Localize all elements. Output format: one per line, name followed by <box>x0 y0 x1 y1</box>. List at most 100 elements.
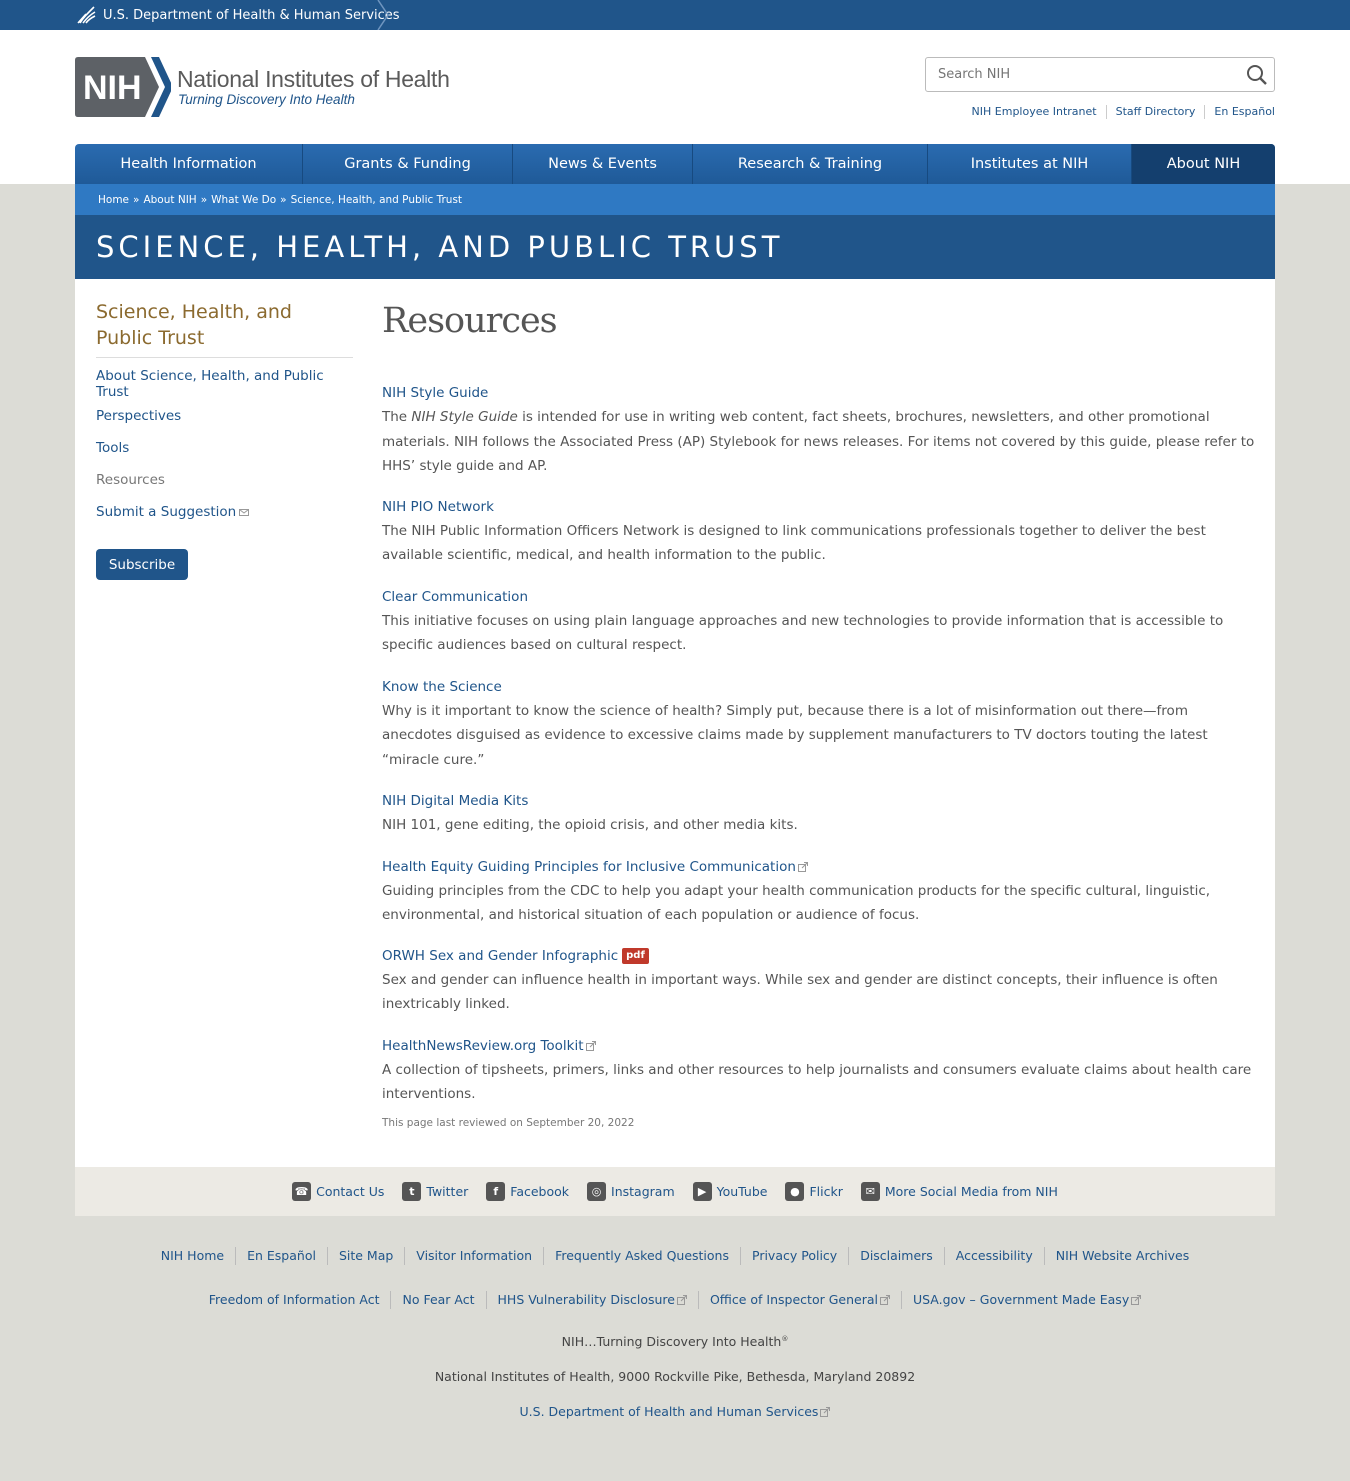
subscribe-button[interactable]: Subscribe <box>96 549 188 580</box>
youtube-icon: ▶ <box>692 1182 712 1201</box>
resource-desc: A collection of tipsheets, primers, link… <box>382 1061 1252 1103</box>
hhs-chevron-icon <box>377 0 389 30</box>
contact-us-link[interactable]: ☎ Contact Us <box>292 1182 384 1201</box>
flickr-icon: ● <box>785 1182 805 1201</box>
nav-health-information[interactable]: Health Information <box>75 144 303 184</box>
footer-no-fear[interactable]: No Fear Act <box>390 1291 485 1309</box>
footer-nih-home[interactable]: NIH Home <box>150 1247 235 1265</box>
breadcrumb-what-we-do[interactable]: What We Do <box>211 194 276 206</box>
resource-link-style-guide[interactable]: NIH Style Guide <box>382 381 1262 405</box>
resource-desc: The NIH Public Information Officers Netw… <box>382 522 1206 564</box>
page-banner: SCIENCE, HEALTH, AND PUBLIC TRUST <box>75 215 1275 279</box>
footer-address: National Institutes of Health, 9000 Rock… <box>434 1369 916 1384</box>
resource-desc: Guiding principles from the CDC to help … <box>382 882 1211 924</box>
nav-institutes[interactable]: Institutes at NIH <box>928 144 1132 184</box>
main-nav: Health Information Grants & Funding News… <box>75 144 1275 184</box>
resource-link-orwh-infographic[interactable]: ORWH Sex and Gender Infographic pdf <box>382 944 1262 968</box>
resource-item: ORWH Sex and Gender Infographic pdf Sex a… <box>382 944 1262 1017</box>
footer-usagov[interactable]: USA.gov – Government Made Easy <box>900 1291 1152 1309</box>
footer-hhs-link[interactable]: U.S. Department of Health and Human Serv… <box>520 1404 831 1419</box>
sidebar-item-tools[interactable]: Tools <box>96 432 353 464</box>
search-icon[interactable] <box>1246 64 1268 86</box>
footer-tagline: NIH…Turning Discovery Into Health® <box>561 1334 789 1349</box>
search-input[interactable] <box>926 58 1226 91</box>
resource-desc: Why is it important to know the science … <box>382 702 1208 768</box>
nav-news-events[interactable]: News & Events <box>513 144 693 184</box>
espanol-link[interactable]: En Español <box>1204 105 1275 119</box>
resource-desc: Sex and gender can influence health in i… <box>382 971 1218 1013</box>
footer-hhs: U.S. Department of Health and Human Serv… <box>0 1404 1350 1419</box>
resource-item: Clear Communication This initiative focu… <box>382 585 1262 658</box>
main-content: Resources NIH Style Guide The NIH Style … <box>382 299 1262 1107</box>
external-link-icon <box>1131 1295 1142 1305</box>
nih-logo[interactable]: NIH National Institutes of Health Turnin… <box>75 57 450 117</box>
external-link-icon <box>879 1295 890 1305</box>
footer-disclaimers[interactable]: Disclaimers <box>848 1247 944 1265</box>
resource-link-know-the-science[interactable]: Know the Science <box>382 675 1262 699</box>
staff-directory-link[interactable]: Staff Directory <box>1105 105 1205 119</box>
hhs-link[interactable]: U.S. Department of Health & Human Servic… <box>75 0 400 30</box>
nih-logo-text: NIH <box>83 69 142 107</box>
facebook-icon: f <box>486 1182 506 1201</box>
last-reviewed: This page last reviewed on September 20,… <box>382 1117 635 1129</box>
nav-grants-funding[interactable]: Grants & Funding <box>303 144 513 184</box>
resource-link-digital-media-kits[interactable]: NIH Digital Media Kits <box>382 789 1262 813</box>
sidebar-item-submit-suggestion[interactable]: Submit a Suggestion <box>96 496 353 528</box>
more-social-link[interactable]: ✉ More Social Media from NIH <box>860 1182 1058 1201</box>
resource-item: NIH Style Guide The NIH Style Guide is i… <box>382 381 1262 479</box>
footer-visitor-info[interactable]: Visitor Information <box>404 1247 543 1265</box>
external-link-icon <box>820 1406 831 1417</box>
hhs-eagle-icon <box>77 6 96 24</box>
employee-intranet-link[interactable]: NIH Employee Intranet <box>963 105 1106 119</box>
sidebar-item-resources: Resources <box>96 472 165 488</box>
mail-icon <box>239 508 250 516</box>
breadcrumb: Home» About NIH» What We Do» Science, He… <box>75 184 1275 215</box>
external-link-icon <box>676 1295 687 1305</box>
footer-oig[interactable]: Office of Inspector General <box>697 1291 901 1309</box>
resource-item: NIH Digital Media Kits NIH 101, gene edi… <box>382 789 1262 838</box>
content-card: Science, Health, and Public Trust About … <box>75 279 1275 1167</box>
instagram-link[interactable]: ◎ Instagram <box>587 1182 675 1201</box>
resource-item: Know the Science Why is it important to … <box>382 675 1262 773</box>
footer-accessibility[interactable]: Accessibility <box>943 1247 1044 1265</box>
footer-foia[interactable]: Freedom of Information Act <box>198 1291 391 1309</box>
resource-link-healthnewsreview[interactable]: HealthNewsReview.org Toolkit <box>382 1034 1262 1058</box>
pdf-badge: pdf <box>622 947 649 964</box>
nav-about-nih[interactable]: About NIH <box>1132 144 1275 184</box>
resource-link-health-equity[interactable]: Health Equity Guiding Principles for Inc… <box>382 855 1262 879</box>
sidebar: Science, Health, and Public Trust About … <box>96 299 353 580</box>
footer-espanol[interactable]: En Español <box>235 1247 327 1265</box>
sidebar-item-perspectives[interactable]: Perspectives <box>96 400 353 432</box>
resource-desc: This initiative focuses on using plain l… <box>382 612 1224 654</box>
instagram-icon: ◎ <box>587 1182 607 1201</box>
resource-item: HealthNewsReview.org Toolkit A collectio… <box>382 1034 1262 1107</box>
footer-archives[interactable]: NIH Website Archives <box>1043 1247 1201 1265</box>
social-bar: ☎ Contact Us t Twitter f Facebook ◎ Instagra… <box>75 1167 1275 1216</box>
footer-site-map[interactable]: Site Map <box>326 1247 404 1265</box>
search-box <box>925 57 1275 92</box>
breadcrumb-current: Science, Health, and Public Trust <box>290 193 463 206</box>
footer-faq[interactable]: Frequently Asked Questions <box>543 1247 740 1265</box>
sidebar-item-about[interactable]: About Science, Health, and Public Trust <box>96 368 353 400</box>
nav-research-training[interactable]: Research & Training <box>693 144 928 184</box>
facebook-link[interactable]: f Facebook <box>486 1182 569 1201</box>
sidebar-title: Science, Health, and Public Trust <box>96 299 353 358</box>
breadcrumb-about[interactable]: About NIH <box>143 194 196 206</box>
footer-hhs-vuln[interactable]: HHS Vulnerability Disclosure <box>485 1291 698 1309</box>
footer-links-row2: Freedom of Information Act No Fear Act H… <box>0 1291 1350 1309</box>
twitter-link[interactable]: t Twitter <box>402 1182 468 1201</box>
youtube-link[interactable]: ▶ YouTube <box>692 1182 767 1201</box>
resource-link-pio-network[interactable]: NIH PIO Network <box>382 495 1262 519</box>
resource-link-clear-communication[interactable]: Clear Communication <box>382 585 1262 609</box>
breadcrumb-home[interactable]: Home <box>98 194 129 206</box>
external-link-icon <box>585 1040 596 1051</box>
twitter-icon: t <box>402 1182 422 1201</box>
footer-privacy[interactable]: Privacy Policy <box>740 1247 848 1265</box>
section-heading: Resources <box>382 301 558 341</box>
footer-links-row1: NIH Home En Español Site Map Visitor Inf… <box>0 1247 1350 1265</box>
utility-links: NIH Employee Intranet Staff Directory En… <box>963 105 1275 119</box>
hhs-label: U.S. Department of Health & Human Servic… <box>103 7 400 23</box>
flickr-link[interactable]: ● Flickr <box>785 1182 843 1201</box>
resource-item: NIH PIO Network The NIH Public Informati… <box>382 495 1262 568</box>
resource-item: Health Equity Guiding Principles for Inc… <box>382 855 1262 928</box>
